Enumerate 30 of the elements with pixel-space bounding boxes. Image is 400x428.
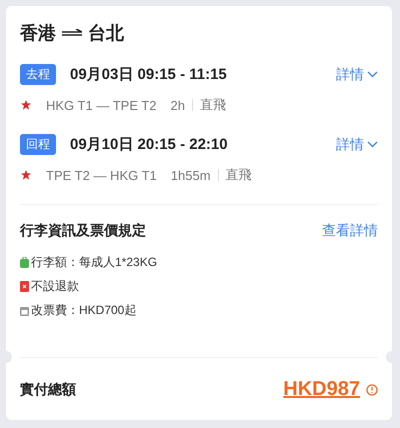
total-amount[interactable]: HKD987 <box>283 378 360 401</box>
flight-duration: 2h <box>170 98 186 112</box>
details-button[interactable]: 詳情 <box>336 136 378 154</box>
flight-type: 直飛 <box>226 166 252 184</box>
origin-city: 香港 <box>20 22 56 45</box>
airline-logo-icon <box>20 169 32 181</box>
rule-text: 行李額：每成人1*23KG <box>31 254 158 271</box>
destination-city: 台北 <box>88 22 124 45</box>
flight-datetime: 09月03日 09:15 - 11:15 <box>70 65 228 84</box>
chevron-down-icon <box>367 141 378 148</box>
trip-tag: 去程 <box>20 64 56 85</box>
rule-text: 改票費：HKD700起 <box>31 302 136 319</box>
chevron-down-icon <box>367 71 378 78</box>
total-label: 實付總額 <box>20 380 76 398</box>
flight-datetime: 09月10日 20:15 - 22:10 <box>70 135 229 154</box>
calendar-icon <box>20 306 29 316</box>
airline-logo-icon <box>20 99 32 111</box>
view-details-link[interactable]: 查看詳情 <box>322 222 378 240</box>
flight-route: HKG T1 — TPE T2 <box>46 98 157 112</box>
flight-duration: 1h55m <box>170 168 211 182</box>
info-icon[interactable] <box>366 384 378 396</box>
flight-route: TPE T2 — HKG T1 <box>46 168 157 182</box>
flight-type: 直飛 <box>200 96 226 114</box>
round-trip-arrow-icon <box>62 29 82 37</box>
suitcase-icon <box>20 257 29 268</box>
details-button[interactable]: 詳情 <box>336 66 378 84</box>
section-title: 行李資訊及票價規定 <box>20 222 146 240</box>
rule-text: 不設退款 <box>31 278 79 295</box>
ticket-icon <box>20 281 29 292</box>
trip-tag: 回程 <box>20 134 56 155</box>
